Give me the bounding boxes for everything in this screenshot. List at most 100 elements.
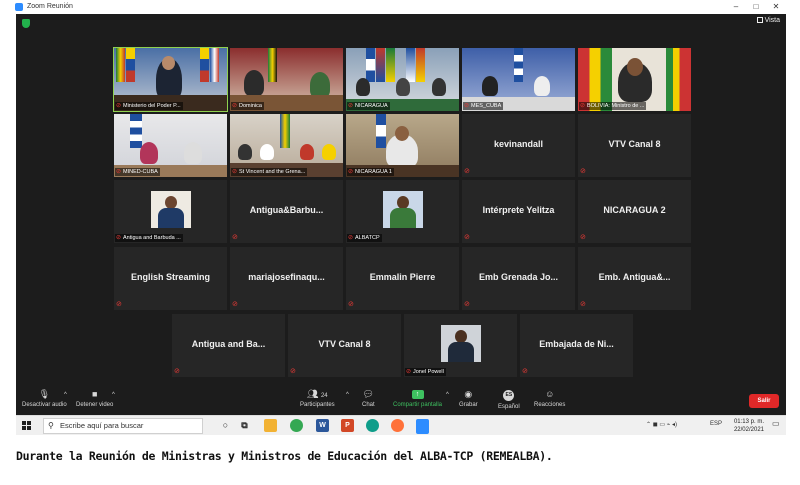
participant-tile[interactable]: ⊘ Jonel Powell xyxy=(404,314,517,377)
reactions-button[interactable]: ☺︎ Reacciones xyxy=(534,390,566,409)
participant-tile[interactable]: ⊘ Dominica xyxy=(230,48,343,111)
participant-tile[interactable]: ⊘ NICARAGUA xyxy=(346,48,459,111)
photo-caption: Durante la Reunión de Ministras y Minist… xyxy=(16,449,553,463)
participant-tile[interactable]: ⊘ NICARAGUA 1 xyxy=(346,114,459,177)
mute-button[interactable]: 🎙︎ Desactivar audio xyxy=(22,389,67,409)
view-label: Vista xyxy=(764,17,780,24)
participant-name: VTV Canal 8 xyxy=(608,139,661,149)
mic-muted-icon: ⊘ xyxy=(580,234,586,241)
participant-tile[interactable]: ⊘ Antigua and Barbuda ... xyxy=(114,180,227,243)
share-screen-label: Compartir pantalla xyxy=(393,402,443,408)
mic-muted-icon: ⊘ xyxy=(464,103,470,109)
participant-name-label: ⊘ Dominica xyxy=(231,102,264,110)
zoom-taskbar-icon[interactable] xyxy=(416,419,429,432)
participant-name: NICARAGUA 2 xyxy=(603,205,666,215)
word-icon[interactable]: W xyxy=(316,419,329,432)
participant-name: Antigua&Barbu... xyxy=(249,205,324,215)
record-button[interactable]: ◉ Grabar xyxy=(459,389,478,409)
window-titlebar: Zoom Reunión – □ ✕ xyxy=(12,0,788,14)
participant-tile[interactable]: Antigua and Ba... ⊘ xyxy=(172,314,285,377)
participants-label: Participantes xyxy=(300,402,335,408)
video-options-caret[interactable]: ^ xyxy=(112,392,115,398)
participant-name-label: ⊘ NICARAGUA xyxy=(347,102,390,110)
participant-tile[interactable]: ⊘ MES_CUBA xyxy=(462,48,575,111)
encryption-shield-icon[interactable] xyxy=(22,19,30,28)
mic-muted-icon: ⊘ xyxy=(116,301,122,308)
share-screen-icon: ↑ xyxy=(411,390,424,399)
participant-name: VTV Canal 8 xyxy=(318,339,371,349)
mic-muted-icon: ⊘ xyxy=(232,169,238,175)
task-view-icon[interactable]: ⧉ xyxy=(238,419,251,432)
participant-tile[interactable]: mariajosefinaqu... ⊘ xyxy=(230,247,343,310)
file-explorer-icon[interactable] xyxy=(264,419,277,432)
video-camera-icon: ■ xyxy=(91,389,98,399)
participants-caret[interactable]: ^ xyxy=(346,392,349,398)
chrome-icon[interactable] xyxy=(290,419,303,432)
mic-muted-icon: ⊘ xyxy=(580,301,586,308)
participant-tile[interactable]: ⊘ ALBATCP xyxy=(346,180,459,243)
participant-tile[interactable]: ⊘ MINED-CUBA xyxy=(114,114,227,177)
windows-taskbar: ⚲ Escribe aquí para buscar ○ ⧉ W P ⌃ ◼ ▭… xyxy=(16,415,786,435)
language-badge-icon: ES xyxy=(503,390,515,401)
microphone-icon: 🎙︎ xyxy=(38,389,51,399)
participant-name-label: ⊘ ALBATCP xyxy=(347,234,382,242)
participant-tile[interactable]: ⊘ BOLIVIA: Ministro de ... xyxy=(578,48,691,111)
taskbar-search-input[interactable]: ⚲ Escribe aquí para buscar xyxy=(43,418,203,434)
participants-icon: 👥︎ 24 xyxy=(307,389,328,400)
reactions-label: Reacciones xyxy=(534,402,566,408)
maximize-button[interactable]: □ xyxy=(750,2,762,12)
meeting-toolbar: 🎙︎ Desactivar audio ^ ■ Detener video ^ … xyxy=(16,385,786,415)
input-language[interactable]: ESP xyxy=(710,421,722,427)
tray-icons[interactable]: ⌃ ◼ ▭ ⌁ ◂︎) xyxy=(646,421,677,428)
leave-meeting-button[interactable]: Salir xyxy=(749,394,779,408)
view-button[interactable]: Vista xyxy=(756,17,780,24)
mic-muted-icon: ⊘ xyxy=(348,169,354,175)
cortana-icon[interactable]: ○ xyxy=(219,419,232,432)
windows-start-icon[interactable] xyxy=(22,421,32,431)
search-placeholder: Escribe aquí para buscar xyxy=(60,421,144,430)
participant-tile[interactable]: Emmalin Pierre ⊘ xyxy=(346,247,459,310)
mic-muted-icon: ⊘ xyxy=(348,301,354,308)
participant-tile[interactable]: ⊘ Ministerio del Poder P... xyxy=(113,47,228,112)
participant-tile[interactable]: Emb Grenada Jo... ⊘ xyxy=(462,247,575,310)
participant-tile[interactable]: Intérprete Yelitza ⊘ xyxy=(462,180,575,243)
edge-icon[interactable] xyxy=(366,419,379,432)
participant-tile[interactable]: kevinandall ⊘ xyxy=(462,114,575,177)
record-icon: ◉ xyxy=(464,389,473,399)
mute-label: Desactivar audio xyxy=(22,402,67,408)
mic-muted-icon: ⊘ xyxy=(232,234,238,241)
participant-name: Emb. Antigua&... xyxy=(598,272,671,282)
taskbar-clock[interactable]: 01:13 p. m. 22/02/2021 xyxy=(734,418,764,434)
participant-tile[interactable]: Antigua&Barbu... ⊘ xyxy=(230,180,343,243)
participant-tile[interactable]: ⊘ St Vincent and the Grena... xyxy=(230,114,343,177)
stop-video-button[interactable]: ■ Detener video xyxy=(76,389,113,409)
audio-options-caret[interactable]: ^ xyxy=(64,392,67,398)
grid-icon xyxy=(756,17,763,23)
share-screen-button[interactable]: ↑ Compartir pantalla xyxy=(393,390,442,408)
participant-name: kevinandall xyxy=(493,139,544,149)
participant-tile[interactable]: English Streaming ⊘ xyxy=(114,247,227,310)
search-icon: ⚲ xyxy=(48,421,54,430)
participant-avatar xyxy=(383,191,423,228)
participant-tile[interactable]: VTV Canal 8 ⊘ xyxy=(578,114,691,177)
minimize-button[interactable]: – xyxy=(730,2,742,12)
participant-tile[interactable]: Emb. Antigua&... ⊘ xyxy=(578,247,691,310)
firefox-icon[interactable] xyxy=(391,419,404,432)
notifications-icon[interactable]: ▭ xyxy=(772,419,780,428)
close-window-button[interactable]: ✕ xyxy=(770,2,782,12)
participant-name: English Streaming xyxy=(130,272,210,282)
participants-button[interactable]: 👥︎ 24 Participantes xyxy=(300,389,335,409)
participant-tile[interactable]: Embajada de Ni... ⊘ xyxy=(520,314,633,377)
interpretation-button[interactable]: ES Español xyxy=(498,390,520,410)
share-options-caret[interactable]: ^ xyxy=(446,392,449,398)
participant-name: Antigua and Ba... xyxy=(191,339,266,349)
mic-muted-icon: ⊘ xyxy=(464,301,470,308)
participant-tile[interactable]: VTV Canal 8 ⊘ xyxy=(288,314,401,377)
chat-button[interactable]: 💬︎ Chat xyxy=(362,390,375,409)
clock-time: 01:13 p. m. xyxy=(733,419,764,425)
powerpoint-icon[interactable]: P xyxy=(341,419,354,432)
mic-muted-icon: ⊘ xyxy=(580,168,586,175)
participant-name: Embajada de Ni... xyxy=(539,339,614,349)
participant-name-label: ⊘ MINED-CUBA xyxy=(115,168,160,176)
participant-tile[interactable]: NICARAGUA 2 ⊘ xyxy=(578,180,691,243)
